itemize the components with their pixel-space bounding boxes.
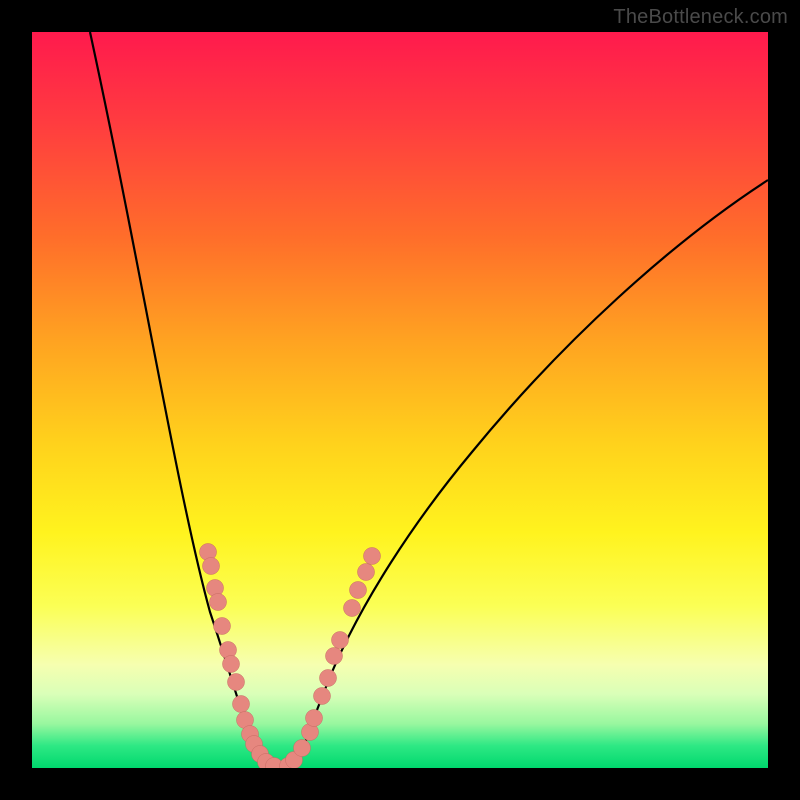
data-dot xyxy=(350,582,367,599)
chart-frame: TheBottleneck.com xyxy=(0,0,800,800)
data-dot xyxy=(294,740,311,757)
data-dot xyxy=(344,600,361,617)
plot-area xyxy=(32,32,768,768)
data-dot xyxy=(214,618,231,635)
data-dot xyxy=(306,710,323,727)
data-dot xyxy=(210,594,227,611)
data-dot xyxy=(326,648,343,665)
data-dot xyxy=(358,564,375,581)
watermark-text: TheBottleneck.com xyxy=(613,6,788,29)
data-dot xyxy=(223,656,240,673)
right-curve xyxy=(278,180,768,768)
data-dot xyxy=(233,696,250,713)
data-dot xyxy=(228,674,245,691)
dots-right-group xyxy=(280,548,381,769)
dots-left-group xyxy=(200,544,283,769)
curve-layer xyxy=(32,32,768,768)
left-curve xyxy=(90,32,278,768)
data-dot xyxy=(314,688,331,705)
data-dot xyxy=(332,632,349,649)
data-dot xyxy=(320,670,337,687)
data-dot xyxy=(203,558,220,575)
data-dot xyxy=(364,548,381,565)
